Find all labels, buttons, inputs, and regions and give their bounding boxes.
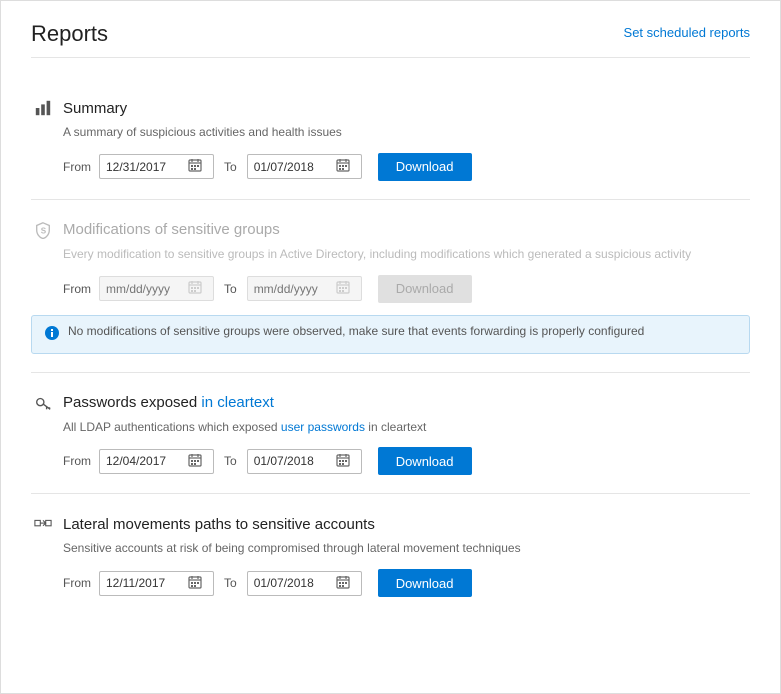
report-description-cleartext: All LDAP authentications which exposed u… [63, 419, 750, 436]
from-label: From [63, 160, 91, 174]
to-date-wrap-lateral-movements [247, 571, 362, 596]
to-date-wrap-cleartext [247, 449, 362, 474]
report-header-lateral-movements: Lateral movements paths to sensitive acc… [31, 512, 750, 536]
from-calendar-icon-cleartext[interactable] [188, 453, 202, 470]
to-date-input-cleartext[interactable] [254, 454, 334, 468]
svg-text:S: S [41, 226, 47, 235]
report-header-sensitive-groups: S Modifications of sensitive groups [31, 218, 750, 242]
from-label: From [63, 576, 91, 590]
from-label: From [63, 454, 91, 468]
to-date-wrap-summary [247, 154, 362, 179]
reports-container: Summary A summary of suspicious activitie… [31, 78, 750, 615]
report-description-summary: A summary of suspicious activities and h… [63, 124, 750, 141]
date-row-sensitive-groups: From To Download [63, 275, 750, 303]
report-description-sensitive-groups: Every modification to sensitive groups i… [63, 246, 750, 263]
info-message-text: No modifications of sensitive groups wer… [68, 324, 644, 338]
shield-s-icon: S [31, 218, 55, 242]
to-calendar-icon-sensitive-groups [336, 280, 350, 297]
report-title-lateral-movements: Lateral movements paths to sensitive acc… [63, 516, 375, 533]
to-calendar-icon-cleartext[interactable] [336, 453, 350, 470]
download-button-sensitive-groups: Download [378, 275, 472, 303]
from-date-wrap-cleartext [99, 449, 214, 474]
to-date-input-lateral-movements[interactable] [254, 576, 334, 590]
desc-highlight: user passwords [281, 420, 365, 434]
page-container: Reports Set scheduled reports Summary A s… [0, 0, 781, 694]
key-icon [31, 391, 55, 415]
page-title: Reports [31, 21, 108, 47]
report-title-sensitive-groups: Modifications of sensitive groups [63, 221, 280, 238]
to-calendar-icon-summary[interactable] [336, 158, 350, 175]
to-label: To [224, 282, 237, 296]
to-label: To [224, 160, 237, 174]
report-header-cleartext: Passwords exposed in cleartext [31, 391, 750, 415]
from-calendar-icon-sensitive-groups [188, 280, 202, 297]
page-header: Reports Set scheduled reports [31, 21, 750, 58]
set-scheduled-reports-link[interactable]: Set scheduled reports [624, 21, 750, 40]
date-row-lateral-movements: From To Download [63, 569, 750, 597]
from-date-wrap-summary [99, 154, 214, 179]
report-section-cleartext: Passwords exposed in cleartext All LDAP a… [31, 373, 750, 495]
bar-chart-icon [31, 96, 55, 120]
date-row-summary: From To Download [63, 153, 750, 181]
from-calendar-icon-summary[interactable] [188, 158, 202, 175]
from-date-input-sensitive-groups [106, 282, 186, 296]
from-calendar-icon-lateral-movements[interactable] [188, 575, 202, 592]
report-section-lateral-movements: Lateral movements paths to sensitive acc… [31, 494, 750, 615]
from-date-wrap-lateral-movements [99, 571, 214, 596]
to-date-wrap-sensitive-groups [247, 276, 362, 301]
report-section-summary: Summary A summary of suspicious activitie… [31, 78, 750, 200]
report-header-summary: Summary [31, 96, 750, 120]
download-button-summary[interactable]: Download [378, 153, 472, 181]
download-button-lateral-movements[interactable]: Download [378, 569, 472, 597]
lateral-icon [31, 512, 55, 536]
info-box-sensitive-groups: No modifications of sensitive groups wer… [31, 315, 750, 354]
report-description-lateral-movements: Sensitive accounts at risk of being comp… [63, 540, 750, 557]
report-section-sensitive-groups: S Modifications of sensitive groups Every… [31, 200, 750, 373]
date-row-cleartext: From To Download [63, 447, 750, 475]
info-icon [44, 325, 60, 345]
to-date-input-sensitive-groups [254, 282, 334, 296]
from-date-input-summary[interactable] [106, 160, 186, 174]
to-date-input-summary[interactable] [254, 160, 334, 174]
from-date-input-cleartext[interactable] [106, 454, 186, 468]
report-title-cleartext: Passwords exposed in cleartext [63, 394, 274, 411]
from-date-wrap-sensitive-groups [99, 276, 214, 301]
to-label: To [224, 454, 237, 468]
title-highlight: in cleartext [201, 394, 274, 411]
from-date-input-lateral-movements[interactable] [106, 576, 186, 590]
to-calendar-icon-lateral-movements[interactable] [336, 575, 350, 592]
report-title-summary: Summary [63, 100, 127, 117]
from-label: From [63, 282, 91, 296]
download-button-cleartext[interactable]: Download [378, 447, 472, 475]
to-label: To [224, 576, 237, 590]
